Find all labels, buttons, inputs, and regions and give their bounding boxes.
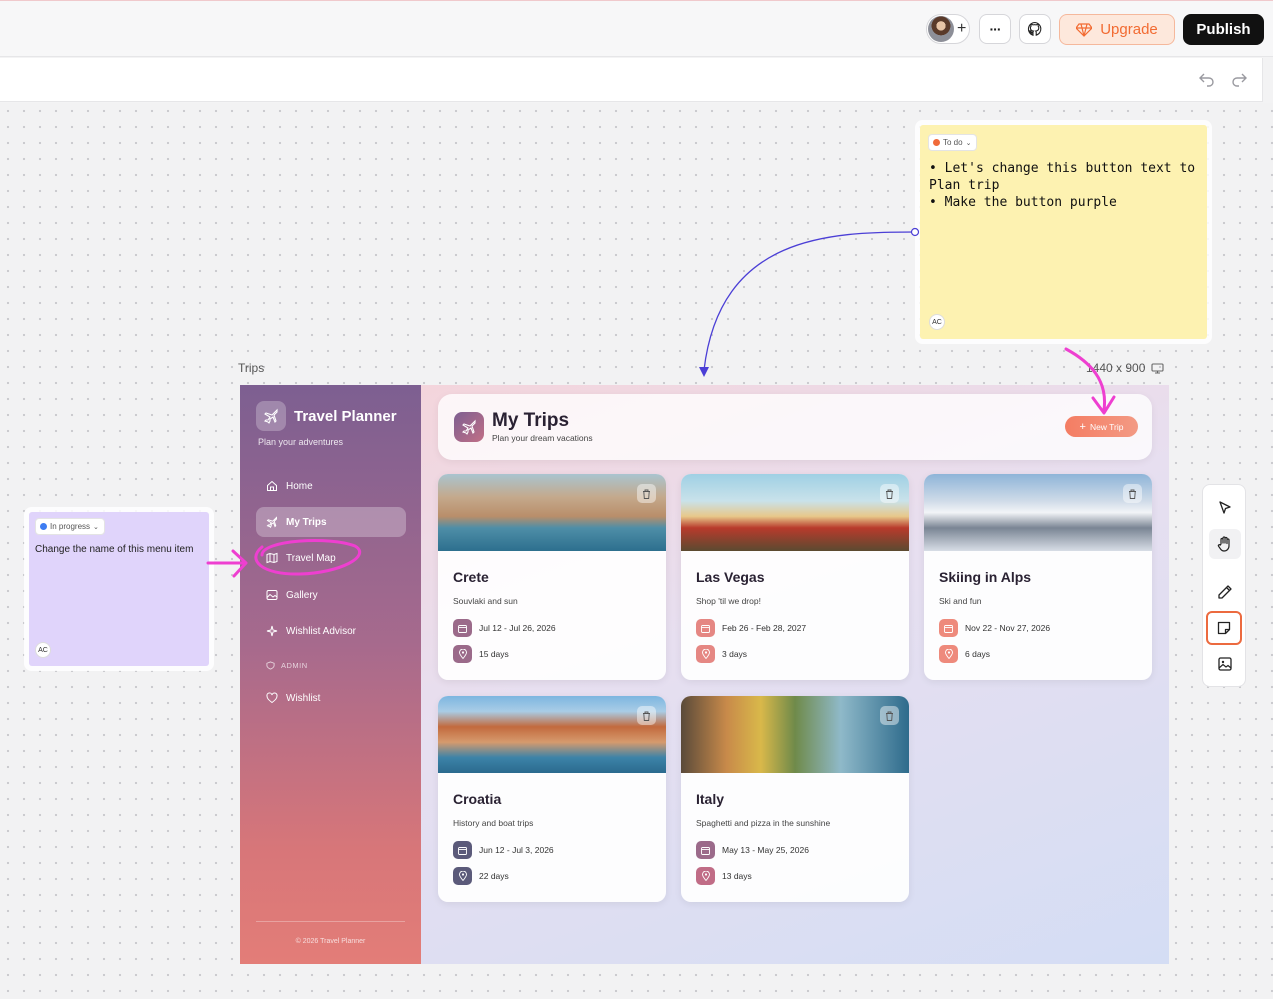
pen-tool[interactable] bbox=[1209, 577, 1241, 607]
pink-arrow-to-new-trip bbox=[1064, 347, 1116, 415]
sticky-note-icon bbox=[1217, 621, 1231, 635]
hand-tool[interactable] bbox=[1209, 529, 1241, 559]
image-tool[interactable] bbox=[1209, 649, 1241, 679]
connector-arrowhead bbox=[699, 367, 709, 377]
tool-panel bbox=[1202, 484, 1246, 687]
pink-arrow-to-travel-map bbox=[206, 549, 248, 578]
annotation-overlay bbox=[206, 227, 1116, 578]
hand-icon bbox=[1217, 536, 1230, 552]
pink-circle-around-travel-map bbox=[254, 539, 362, 576]
connector-handle[interactable] bbox=[910, 227, 920, 237]
select-tool[interactable] bbox=[1209, 493, 1241, 523]
image-icon bbox=[1218, 657, 1232, 671]
sticky-note-tool[interactable] bbox=[1206, 611, 1242, 645]
connector-line[interactable] bbox=[703, 231, 916, 371]
cursor-icon bbox=[1219, 501, 1231, 514]
pencil-icon bbox=[1218, 585, 1232, 599]
